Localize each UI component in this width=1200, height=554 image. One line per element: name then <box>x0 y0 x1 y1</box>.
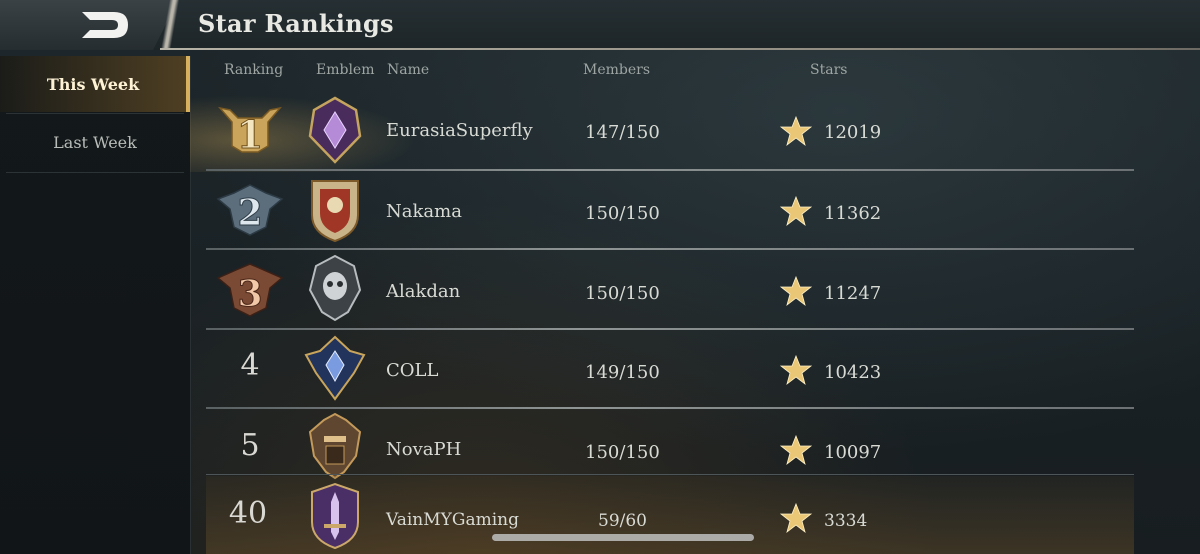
purple-crystal-emblem-icon <box>308 96 362 164</box>
red-gold-shield-emblem-icon <box>311 180 359 243</box>
star-count: 3334 <box>824 511 868 531</box>
star-icon <box>780 434 812 466</box>
clan-name: EurasiaSuperfly <box>386 120 533 141</box>
clan-name: NovaPH <box>386 439 462 460</box>
blue-winged-emblem-icon <box>304 335 366 401</box>
tab-this-week-label: This Week <box>46 74 140 94</box>
purple-sword-emblem-icon <box>311 482 359 550</box>
member-count: 59/60 <box>598 511 647 531</box>
member-count: 147/150 <box>585 122 660 143</box>
column-header-emblem: Emblem <box>316 62 375 78</box>
page-title: Star Rankings <box>198 9 394 38</box>
rank-number: 40 <box>228 496 268 531</box>
clan-name: Nakama <box>386 201 462 222</box>
star-icon <box>780 275 812 307</box>
star-count: 12019 <box>824 122 882 143</box>
rank-number: 4 <box>240 348 260 383</box>
member-count: 150/150 <box>585 442 660 463</box>
star-icon <box>780 354 812 386</box>
clan-name: VainMYGaming <box>386 510 519 530</box>
rank-number: 5 <box>240 428 260 463</box>
star-icon <box>780 115 812 147</box>
svg-text:1: 1 <box>237 112 263 157</box>
svg-text:3: 3 <box>237 273 262 315</box>
star-count: 10423 <box>824 362 882 383</box>
gold-rank-1-badge-icon: 1 <box>218 106 282 158</box>
tab-last-week[interactable]: Last Week <box>0 114 190 170</box>
tab-last-week-label: Last Week <box>53 132 137 152</box>
member-count: 150/150 <box>585 203 660 224</box>
header-divider <box>160 48 1200 50</box>
column-header-name: Name <box>387 62 430 78</box>
tab-divider <box>6 172 184 173</box>
back-panel-edge <box>150 0 190 50</box>
member-count: 149/150 <box>585 362 660 383</box>
star-count: 11362 <box>824 203 882 224</box>
clan-name: COLL <box>386 360 439 381</box>
row-divider <box>206 474 1134 475</box>
silver-skull-emblem-icon <box>308 254 362 322</box>
star-icon <box>780 502 812 534</box>
bronze-rank-3-badge-icon: 3 <box>216 263 284 317</box>
star-icon <box>780 195 812 227</box>
member-count: 150/150 <box>585 283 660 304</box>
star-count: 11247 <box>824 283 882 304</box>
bronze-helmet-emblem-icon <box>308 412 362 480</box>
silver-rank-2-badge-icon: 2 <box>216 184 284 236</box>
clan-name: Alakdan <box>386 281 461 302</box>
back-button[interactable] <box>70 6 140 44</box>
back-arrow-icon <box>82 12 128 38</box>
column-header-stars: Stars <box>810 62 848 78</box>
column-header-ranking: Ranking <box>224 62 284 78</box>
sidebar: This Week Last Week <box>0 56 191 554</box>
tab-this-week[interactable]: This Week <box>0 56 190 112</box>
star-count: 10097 <box>824 442 882 463</box>
column-header-members: Members <box>583 62 651 78</box>
svg-text:2: 2 <box>237 192 262 234</box>
horizontal-scrollbar[interactable] <box>492 534 754 541</box>
